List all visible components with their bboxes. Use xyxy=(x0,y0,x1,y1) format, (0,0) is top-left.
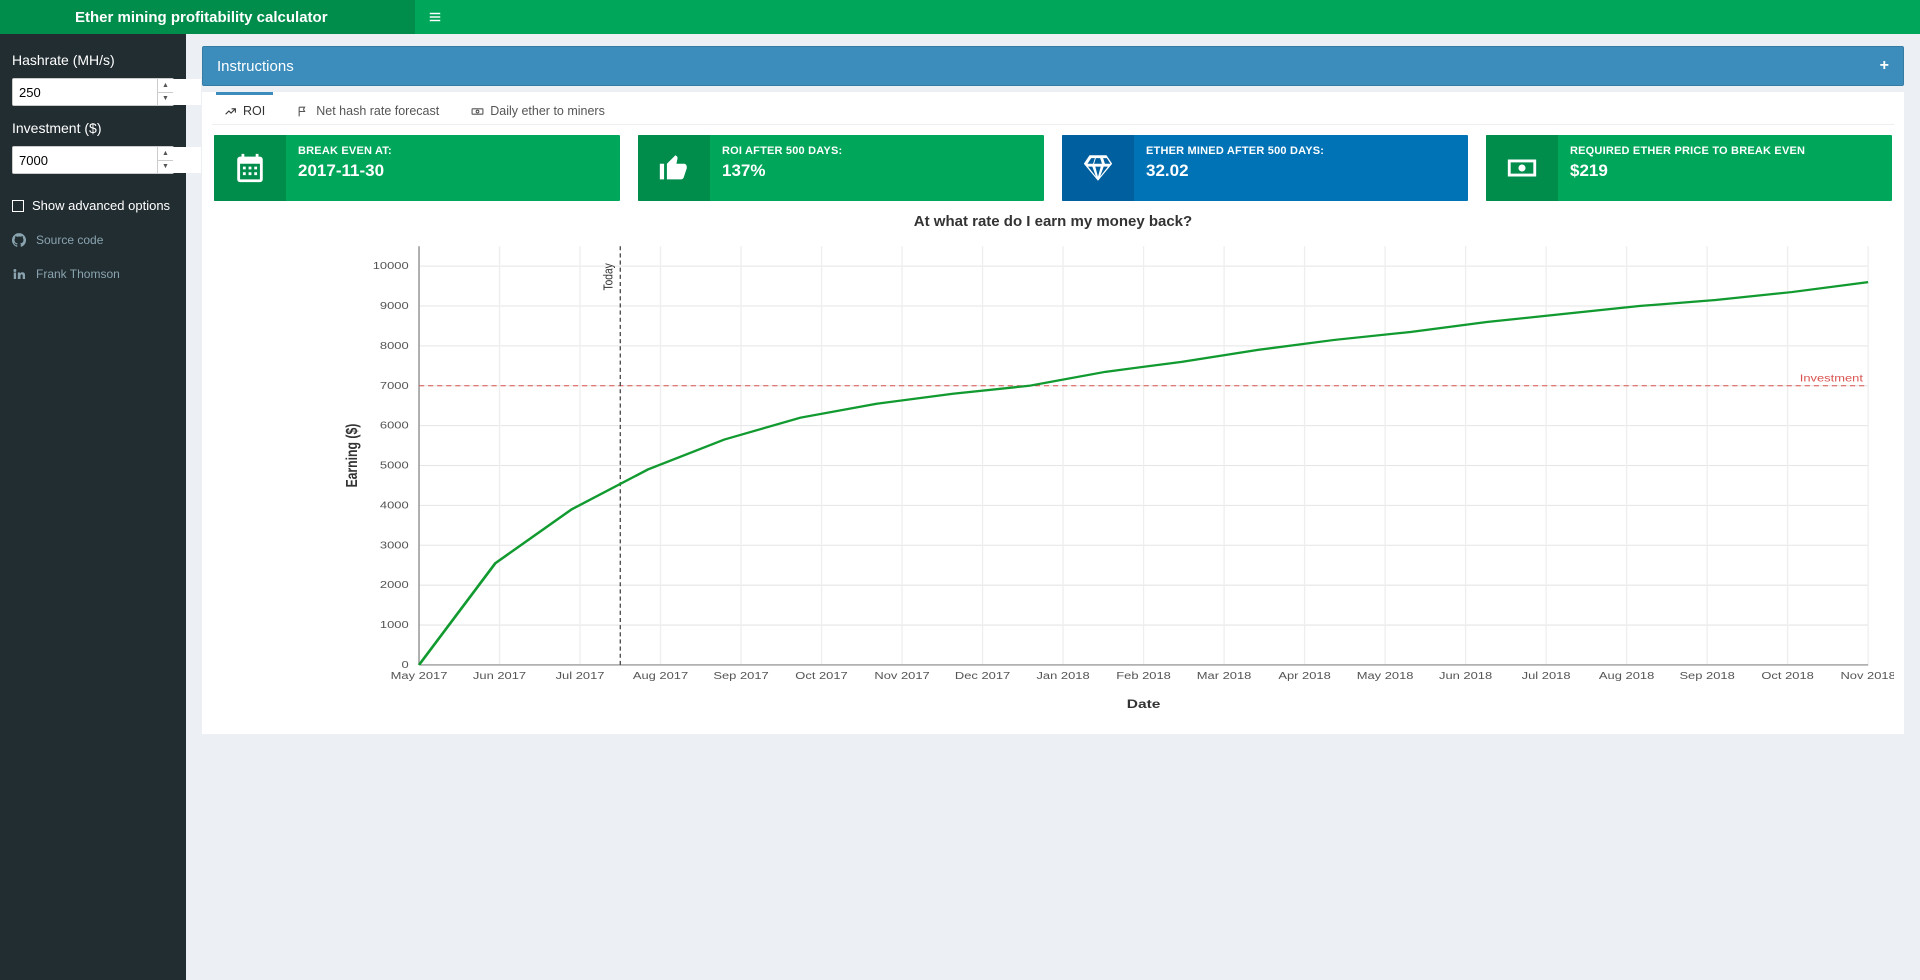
sidebar-link-author-label: Frank Thomson xyxy=(36,267,120,281)
hamburger-button[interactable] xyxy=(415,0,455,34)
topbar: Ether mining profitability calculator xyxy=(0,0,1920,34)
advanced-toggle[interactable]: Show advanced options xyxy=(12,198,174,213)
svg-text:1000: 1000 xyxy=(380,619,409,630)
svg-text:10000: 10000 xyxy=(373,260,410,271)
sidebar: Hashrate (MH/s) ▲▼ Investment ($) ▲▼ Sho… xyxy=(0,34,186,980)
hashrate-spinner[interactable]: ▲▼ xyxy=(157,79,173,105)
main-card: ROI Net hash rate forecast Daily ether t… xyxy=(202,92,1904,734)
stat-price-label: REQUIRED ETHER PRICE TO BREAK EVEN xyxy=(1570,145,1880,157)
svg-text:2000: 2000 xyxy=(380,579,409,590)
instructions-title: Instructions xyxy=(217,58,294,75)
cash-icon xyxy=(1505,151,1539,185)
tab-roi[interactable]: ROI xyxy=(220,98,269,124)
github-icon xyxy=(12,233,26,247)
svg-text:6000: 6000 xyxy=(380,420,409,431)
svg-text:Sep 2018: Sep 2018 xyxy=(1679,670,1734,681)
tab-roi-label: ROI xyxy=(243,104,265,118)
hamburger-icon xyxy=(428,10,442,24)
stat-mined-value: 32.02 xyxy=(1146,161,1456,181)
svg-text:Investment: Investment xyxy=(1800,373,1864,384)
svg-text:0: 0 xyxy=(401,659,409,670)
svg-text:Mar 2018: Mar 2018 xyxy=(1197,670,1252,681)
money-icon xyxy=(471,105,484,118)
svg-text:Earning ($): Earning ($) xyxy=(342,424,360,488)
svg-text:Today: Today xyxy=(601,263,615,290)
stat-roi-value: 137% xyxy=(722,161,1032,181)
hashrate-label: Hashrate (MH/s) xyxy=(12,52,174,68)
advanced-label: Show advanced options xyxy=(32,198,170,213)
svg-text:Sep 2017: Sep 2017 xyxy=(713,670,768,681)
stat-break-even-label: BREAK EVEN AT: xyxy=(298,145,608,157)
instructions-panel[interactable]: Instructions + xyxy=(202,46,1904,86)
hashrate-input-wrap: ▲▼ xyxy=(12,78,174,106)
roi-chart: 0 1000 2000 3000 4000 5000 6000 7000 8000 9000 100… xyxy=(212,236,1894,716)
stat-mined: ETHER MINED AFTER 500 DAYS: 32.02 xyxy=(1062,135,1468,201)
investment-label: Investment ($) xyxy=(12,120,174,136)
sidebar-link-author[interactable]: Frank Thomson xyxy=(12,267,174,281)
app-title: Ether mining profitability calculator xyxy=(0,0,415,34)
svg-text:Jun 2018: Jun 2018 xyxy=(1439,670,1492,681)
svg-text:5000: 5000 xyxy=(380,460,409,471)
svg-text:Jul 2018: Jul 2018 xyxy=(1522,670,1571,681)
svg-text:Nov 2018: Nov 2018 xyxy=(1840,670,1894,681)
investment-input-wrap: ▲▼ xyxy=(12,146,174,174)
content: Instructions + ROI Net hash rate forecas… xyxy=(186,34,1920,980)
svg-text:Aug 2017: Aug 2017 xyxy=(633,670,688,681)
svg-text:7000: 7000 xyxy=(380,380,409,391)
stat-break-even-value: 2017-11-30 xyxy=(298,161,608,181)
stat-roi: ROI AFTER 500 DAYS: 137% xyxy=(638,135,1044,201)
svg-text:Nov 2017: Nov 2017 xyxy=(874,670,929,681)
stat-roi-label: ROI AFTER 500 DAYS: xyxy=(722,145,1032,157)
linkedin-icon xyxy=(12,267,26,281)
svg-text:Apr 2018: Apr 2018 xyxy=(1278,670,1330,681)
tab-forecast[interactable]: Net hash rate forecast xyxy=(293,98,443,124)
expand-icon[interactable]: + xyxy=(1880,57,1889,75)
stat-price-value: $219 xyxy=(1570,161,1880,181)
svg-text:Oct 2017: Oct 2017 xyxy=(795,670,847,681)
stat-break-even: BREAK EVEN AT: 2017-11-30 xyxy=(214,135,620,201)
sidebar-link-source[interactable]: Source code xyxy=(12,233,174,247)
chart-line-icon xyxy=(224,105,237,118)
svg-text:May 2018: May 2018 xyxy=(1357,670,1414,681)
tab-forecast-label: Net hash rate forecast xyxy=(316,104,439,118)
stat-row: BREAK EVEN AT: 2017-11-30 ROI AFTER 500 D… xyxy=(214,135,1892,201)
svg-text:8000: 8000 xyxy=(380,340,409,351)
investment-spinner[interactable]: ▲▼ xyxy=(157,147,173,173)
tabs: ROI Net hash rate forecast Daily ether t… xyxy=(212,92,1894,125)
stat-price: REQUIRED ETHER PRICE TO BREAK EVEN $219 xyxy=(1486,135,1892,201)
tab-daily[interactable]: Daily ether to miners xyxy=(467,98,609,124)
svg-text:Jul 2017: Jul 2017 xyxy=(556,670,605,681)
svg-text:4000: 4000 xyxy=(380,500,409,511)
chart-title: At what rate do I earn my money back? xyxy=(212,213,1894,230)
diamond-icon xyxy=(1081,151,1115,185)
svg-text:Dec 2017: Dec 2017 xyxy=(955,670,1010,681)
flag-icon xyxy=(297,105,310,118)
svg-text:9000: 9000 xyxy=(380,300,409,311)
svg-text:Aug 2018: Aug 2018 xyxy=(1599,670,1654,681)
stat-mined-label: ETHER MINED AFTER 500 DAYS: xyxy=(1146,145,1456,157)
svg-text:Jun 2017: Jun 2017 xyxy=(473,670,526,681)
tab-daily-label: Daily ether to miners xyxy=(490,104,605,118)
svg-text:May 2017: May 2017 xyxy=(391,670,448,681)
thumbs-up-icon xyxy=(657,151,691,185)
svg-text:3000: 3000 xyxy=(380,540,409,551)
calendar-icon xyxy=(233,151,267,185)
sidebar-link-source-label: Source code xyxy=(36,233,103,247)
svg-text:Jan 2018: Jan 2018 xyxy=(1036,670,1089,681)
svg-text:Feb 2018: Feb 2018 xyxy=(1116,670,1171,681)
checkbox-icon xyxy=(12,200,24,212)
svg-text:Date: Date xyxy=(1127,696,1161,710)
svg-text:Oct 2018: Oct 2018 xyxy=(1761,670,1813,681)
